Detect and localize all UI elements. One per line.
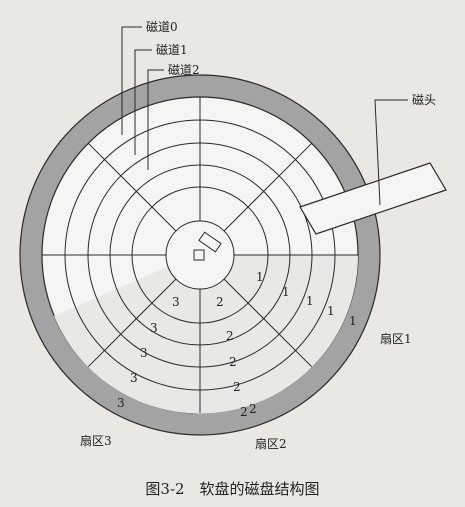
sector-2-number: 2 xyxy=(249,402,257,416)
spindle-hole xyxy=(165,220,235,290)
head-label: 磁头 xyxy=(412,92,436,107)
sector-1-number: 1 xyxy=(349,314,357,328)
sector-2-label: 扇区2 xyxy=(255,436,287,451)
sector-2-number: 2 xyxy=(216,295,224,309)
sector-1-number: 1 xyxy=(256,270,264,284)
track-2-label: 磁道2 xyxy=(168,62,200,77)
sector-1-number: 1 xyxy=(282,285,290,299)
sector-2-number: 2 xyxy=(233,380,241,394)
sector-1-number: 1 xyxy=(306,294,314,308)
track-0-label: 磁道0 xyxy=(146,19,178,34)
figure-caption: 图3-2 软盘的磁盘结构图 xyxy=(145,480,320,498)
sector-1-label: 扇区1 xyxy=(380,331,412,346)
sector-3-number: 3 xyxy=(140,346,148,360)
sector-3-number: 3 xyxy=(172,295,180,309)
sector-3-number: 3 xyxy=(117,396,125,410)
sector-3-label: 扇区3 xyxy=(80,433,112,448)
sector-3-number: 3 xyxy=(130,371,138,385)
track-1-label: 磁道1 xyxy=(156,42,188,57)
sector-2-number: 2 xyxy=(226,329,234,343)
sector-2-number: 2 xyxy=(229,355,237,369)
sector-1-number: 1 xyxy=(327,304,335,318)
sector-2-number: 2 xyxy=(240,405,248,419)
floppy-disk-figure: 磁道0 磁道1 磁道2 磁头 扇区1 扇区2 扇区3 1 1 1 1 1 2 2… xyxy=(0,0,465,507)
sector-3-number: 3 xyxy=(150,321,158,335)
floppy-disk-diagram: 磁道0 磁道1 磁道2 磁头 扇区1 扇区2 扇区3 1 1 1 1 1 2 2… xyxy=(19,19,447,451)
